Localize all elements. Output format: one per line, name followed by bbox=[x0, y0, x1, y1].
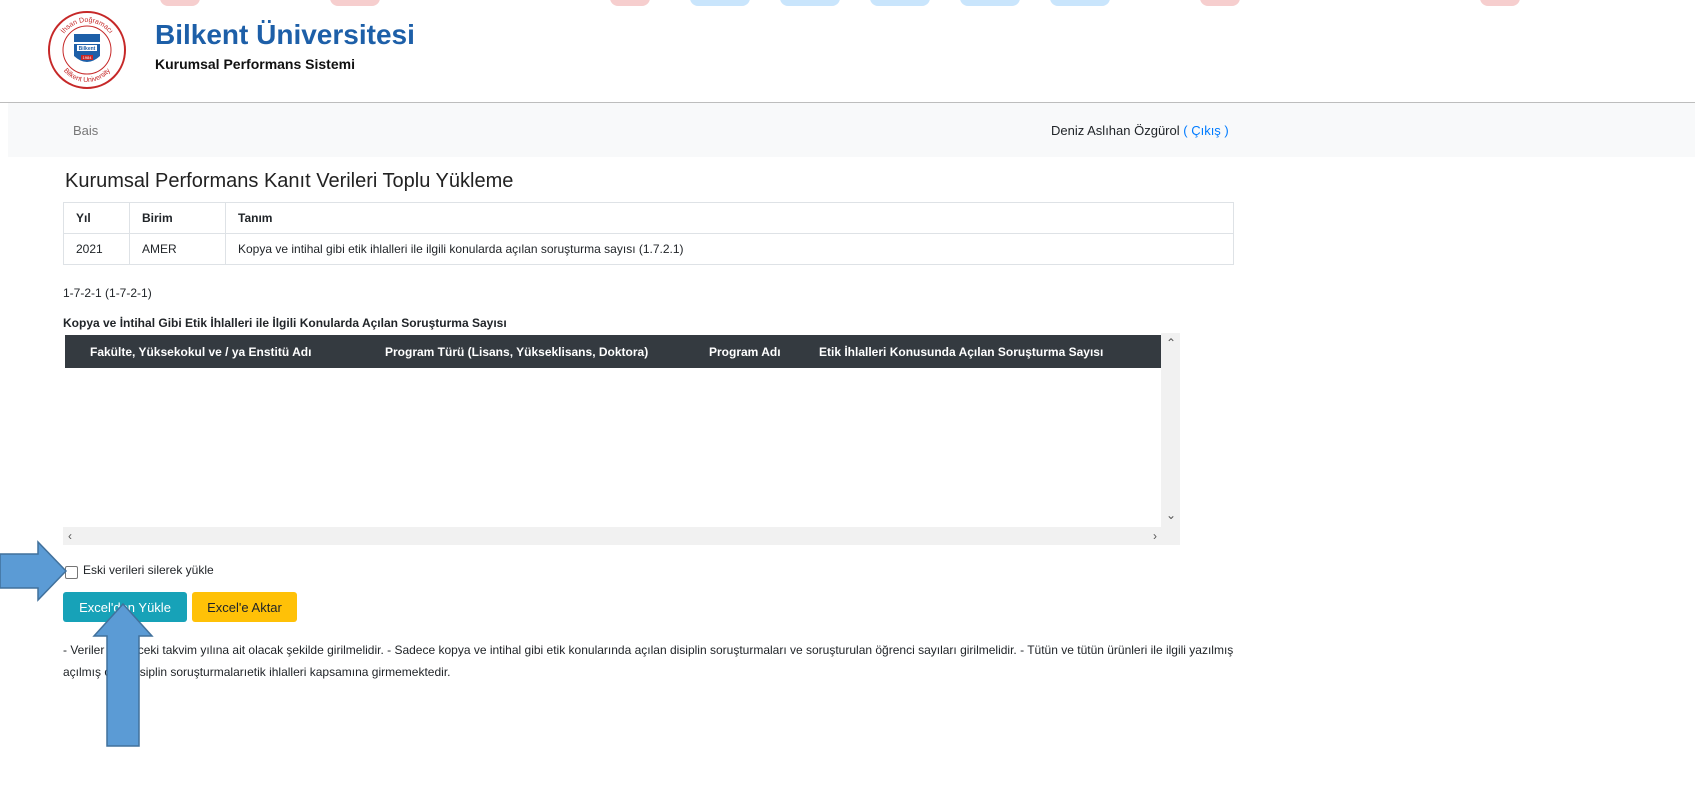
logout-label: Çıkış bbox=[1191, 123, 1221, 138]
logo-year-text: 1984 bbox=[83, 55, 93, 60]
logout-close-paren: ) bbox=[1220, 123, 1229, 138]
export-excel-button[interactable]: Excel'e Aktar bbox=[192, 592, 297, 622]
nav-brand-link[interactable]: Bais bbox=[73, 123, 98, 138]
annotation-arrow-right-icon bbox=[0, 540, 68, 602]
grid-col-program-name[interactable]: Program Adı bbox=[709, 345, 781, 359]
university-logo[interactable]: İhsan Doğramacı Bilkent University Bilke… bbox=[47, 10, 127, 90]
horizontal-scrollbar[interactable]: ‹ › bbox=[63, 527, 1180, 545]
grid-col-investigation-count[interactable]: Etik İhlalleri Konusunda Açılan Soruştur… bbox=[819, 345, 1103, 359]
cell-definition: Kopya ve intihal gibi etik ihlalleri ile… bbox=[225, 233, 1234, 265]
instructions-text: - Veriler bir önceki takvim yılına ait o… bbox=[63, 643, 1234, 679]
cell-year: 2021 bbox=[63, 233, 130, 265]
cell-unit: AMER bbox=[129, 233, 226, 265]
page-title: Kurumsal Performans Kanıt Verileri Toplu… bbox=[65, 170, 514, 192]
top-navbar: Bais Deniz Aslıhan Özgürol ( Çıkış ) bbox=[8, 103, 1695, 157]
site-title: Bilkent Üniversitesi bbox=[155, 19, 415, 50]
indicator-code: 1-7-2-1 (1-7-2-1) bbox=[63, 286, 152, 300]
delete-old-data-label[interactable]: Eski verileri silerek yükle bbox=[83, 563, 214, 577]
grid-header-row: Fakülte, Yüksekokul ve / ya Enstitü Adı … bbox=[65, 335, 1161, 368]
annotation-arrow-up-icon bbox=[92, 602, 154, 747]
col-unit: Birim bbox=[129, 202, 226, 234]
vertical-scrollbar[interactable]: ⌃ ⌄ bbox=[1161, 333, 1180, 527]
site-subtitle: Kurumsal Performans Sistemi bbox=[155, 56, 355, 72]
user-name: Deniz Aslıhan Özgürol bbox=[1051, 123, 1180, 138]
grid-col-faculty[interactable]: Fakülte, Yüksekokul ve / ya Enstitü Adı bbox=[90, 345, 311, 359]
scroll-down-icon[interactable]: ⌄ bbox=[1166, 509, 1176, 521]
table-row: 2021 AMER Kopya ve intihal gibi etik ihl… bbox=[63, 233, 1234, 265]
logo-shield-text: Bilkent bbox=[79, 46, 96, 52]
col-definition: Tanım bbox=[225, 202, 1234, 234]
info-table-header-row: Yıl Birim Tanım bbox=[63, 202, 1234, 234]
logout-open-paren: ( bbox=[1179, 123, 1192, 138]
user-info: Deniz Aslıhan Özgürol ( Çıkış ) bbox=[1051, 123, 1229, 138]
logout-link[interactable]: ( Çıkış ) bbox=[1180, 123, 1229, 138]
scroll-up-icon[interactable]: ⌃ bbox=[1166, 337, 1176, 349]
data-grid[interactable]: Fakülte, Yüksekokul ve / ya Enstitü Adı … bbox=[63, 333, 1180, 545]
scroll-right-icon[interactable]: › bbox=[1153, 530, 1157, 542]
site-header: İhsan Doğramacı Bilkent University Bilke… bbox=[0, 0, 1695, 103]
info-table: Yıl Birim Tanım 2021 AMER Kopya ve intih… bbox=[63, 202, 1234, 265]
col-year: Yıl bbox=[63, 202, 130, 234]
grid-title: Kopya ve İntihal Gibi Etik İhlalleri ile… bbox=[63, 316, 507, 330]
grid-col-program-type[interactable]: Program Türü (Lisans, Yükseklisans, Dokt… bbox=[385, 345, 648, 359]
